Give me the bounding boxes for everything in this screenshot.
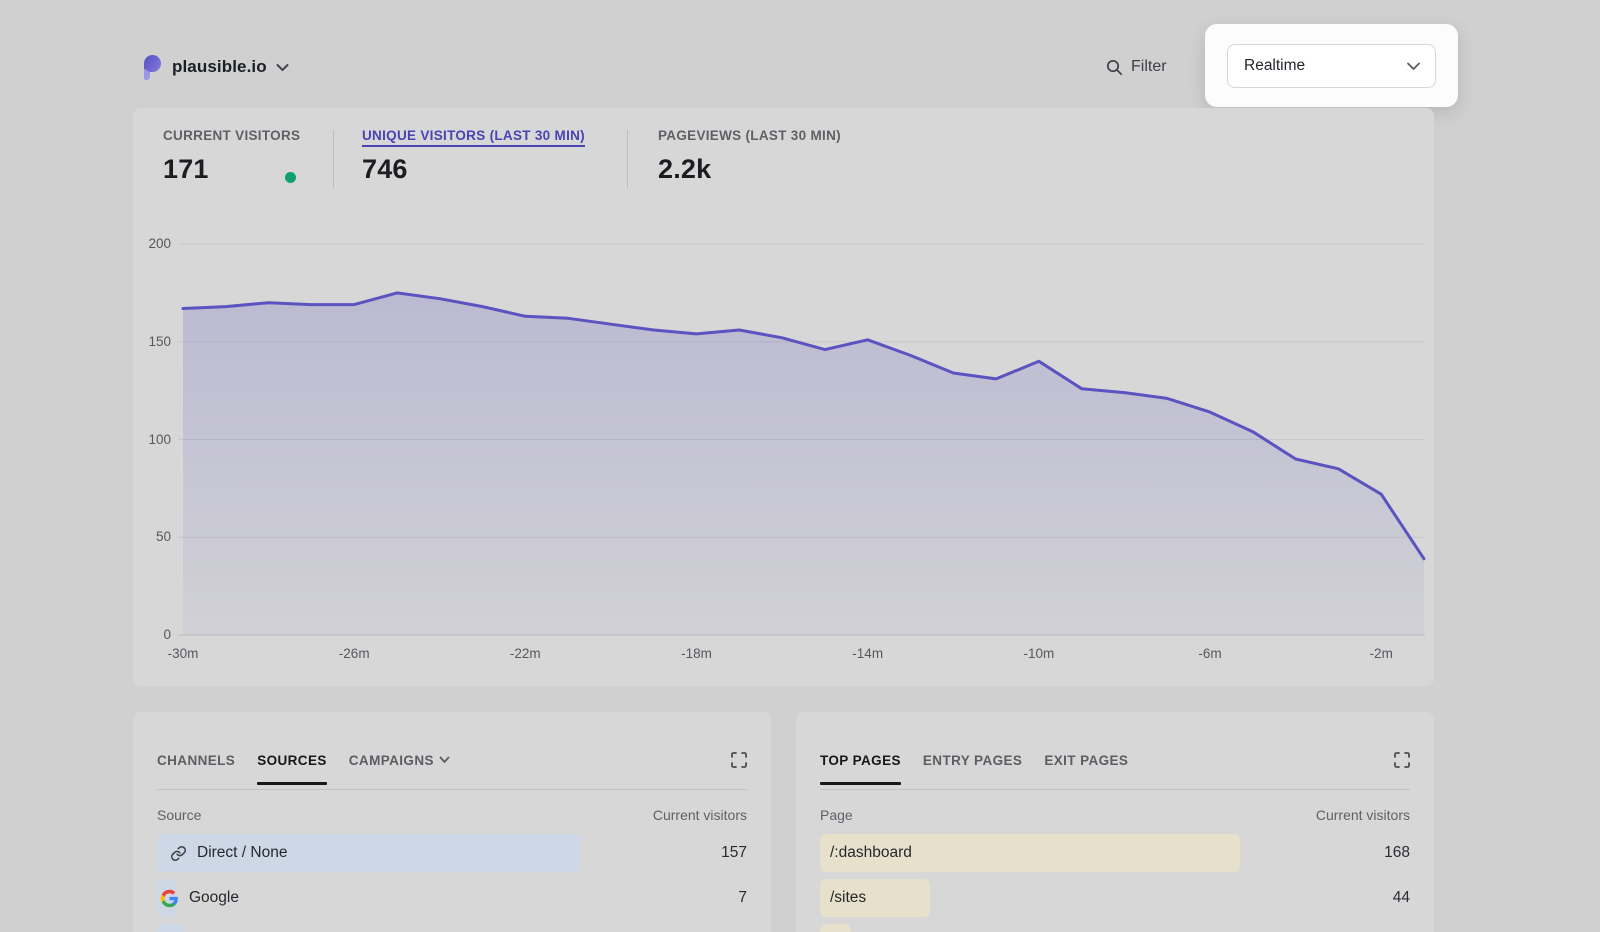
filter-button[interactable]: Filter xyxy=(1106,55,1167,79)
source-name[interactable]: Google xyxy=(189,889,239,907)
x-axis-label: -14m xyxy=(852,646,883,661)
link-icon xyxy=(170,845,187,862)
sources-tabs: CHANNELS SOURCES CAMPAIGNS xyxy=(157,748,747,772)
tab-top-pages[interactable]: TOP PAGES xyxy=(820,753,901,768)
source-row-partial xyxy=(157,924,747,932)
page-name[interactable]: /:dashboard xyxy=(830,844,912,862)
source-bar xyxy=(157,924,185,932)
search-icon xyxy=(1106,59,1123,76)
y-axis-label: 0 xyxy=(133,627,171,642)
page-row[interactable]: /sites 44 xyxy=(820,879,1410,917)
x-axis-label: -6m xyxy=(1198,646,1221,661)
column-header: Source xyxy=(157,807,201,823)
pages-column-headers: Page Current visitors xyxy=(820,807,1410,823)
page-row-partial xyxy=(820,924,1410,932)
y-axis-label: 50 xyxy=(133,529,171,544)
dashboard-screen: plausible.io Filter Realtime CURRENT VIS… xyxy=(0,0,1600,932)
site-name: plausible.io xyxy=(172,57,267,77)
divider xyxy=(157,789,747,790)
filter-label: Filter xyxy=(1131,58,1167,76)
source-value: 7 xyxy=(738,879,747,917)
column-header: Current visitors xyxy=(1316,807,1410,823)
period-selector[interactable]: Realtime xyxy=(1227,44,1436,88)
x-axis-label: -10m xyxy=(1024,646,1055,661)
sources-column-headers: Source Current visitors xyxy=(157,807,747,823)
column-header: Current visitors xyxy=(653,807,747,823)
x-axis-label: -18m xyxy=(681,646,712,661)
source-name[interactable]: Direct / None xyxy=(197,844,287,862)
source-value: 157 xyxy=(721,834,747,872)
spotlight-highlight: Realtime xyxy=(1205,24,1458,107)
page-value: 168 xyxy=(1384,834,1410,872)
tab-exit-pages[interactable]: EXIT PAGES xyxy=(1044,753,1128,768)
page-row[interactable]: /:dashboard 168 xyxy=(820,834,1410,872)
pages-tabs: TOP PAGES ENTRY PAGES EXIT PAGES xyxy=(820,748,1410,772)
column-header: Page xyxy=(820,807,853,823)
chart-canvas xyxy=(133,108,1434,686)
tab-campaigns[interactable]: CAMPAIGNS xyxy=(349,753,450,768)
site-switcher[interactable]: plausible.io xyxy=(140,53,289,81)
chevron-down-icon xyxy=(439,756,450,764)
google-icon xyxy=(160,889,179,908)
chevron-down-icon xyxy=(1406,61,1421,71)
source-row[interactable]: Google 7 xyxy=(157,879,747,917)
page-name[interactable]: /sites xyxy=(830,889,866,907)
page-bar xyxy=(820,924,851,932)
tab-sources[interactable]: SOURCES xyxy=(257,753,327,768)
visitors-chart-card: CURRENT VISITORS 171 UNIQUE VISITORS (LA… xyxy=(133,108,1434,686)
expand-icon[interactable] xyxy=(1392,750,1412,770)
visitors-area-chart: 0 50 100 150 200 -30m -26m -22m -18m -14m -10m -6m… xyxy=(133,108,1434,686)
tab-entry-pages[interactable]: ENTRY PAGES xyxy=(923,753,1022,768)
x-axis-label: -26m xyxy=(339,646,370,661)
source-row[interactable]: Direct / None 157 xyxy=(157,834,747,872)
y-axis-label: 100 xyxy=(133,432,171,447)
expand-icon[interactable] xyxy=(729,750,749,770)
pages-panel: TOP PAGES ENTRY PAGES EXIT PAGES Page Cu… xyxy=(796,712,1434,932)
x-axis-label: -22m xyxy=(510,646,541,661)
x-axis-label: -30m xyxy=(168,646,199,661)
y-axis-label: 200 xyxy=(133,236,171,251)
tab-channels[interactable]: CHANNELS xyxy=(157,753,235,768)
plausible-logo-icon xyxy=(140,55,163,80)
y-axis-label: 150 xyxy=(133,334,171,349)
period-selected-label: Realtime xyxy=(1244,57,1305,75)
chevron-down-icon xyxy=(276,63,289,72)
page-value: 44 xyxy=(1393,879,1410,917)
sources-panel: CHANNELS SOURCES CAMPAIGNS Source Curren… xyxy=(133,712,771,932)
tab-campaigns-label: CAMPAIGNS xyxy=(349,753,434,768)
divider xyxy=(820,789,1410,790)
x-axis-label: -2m xyxy=(1370,646,1393,661)
